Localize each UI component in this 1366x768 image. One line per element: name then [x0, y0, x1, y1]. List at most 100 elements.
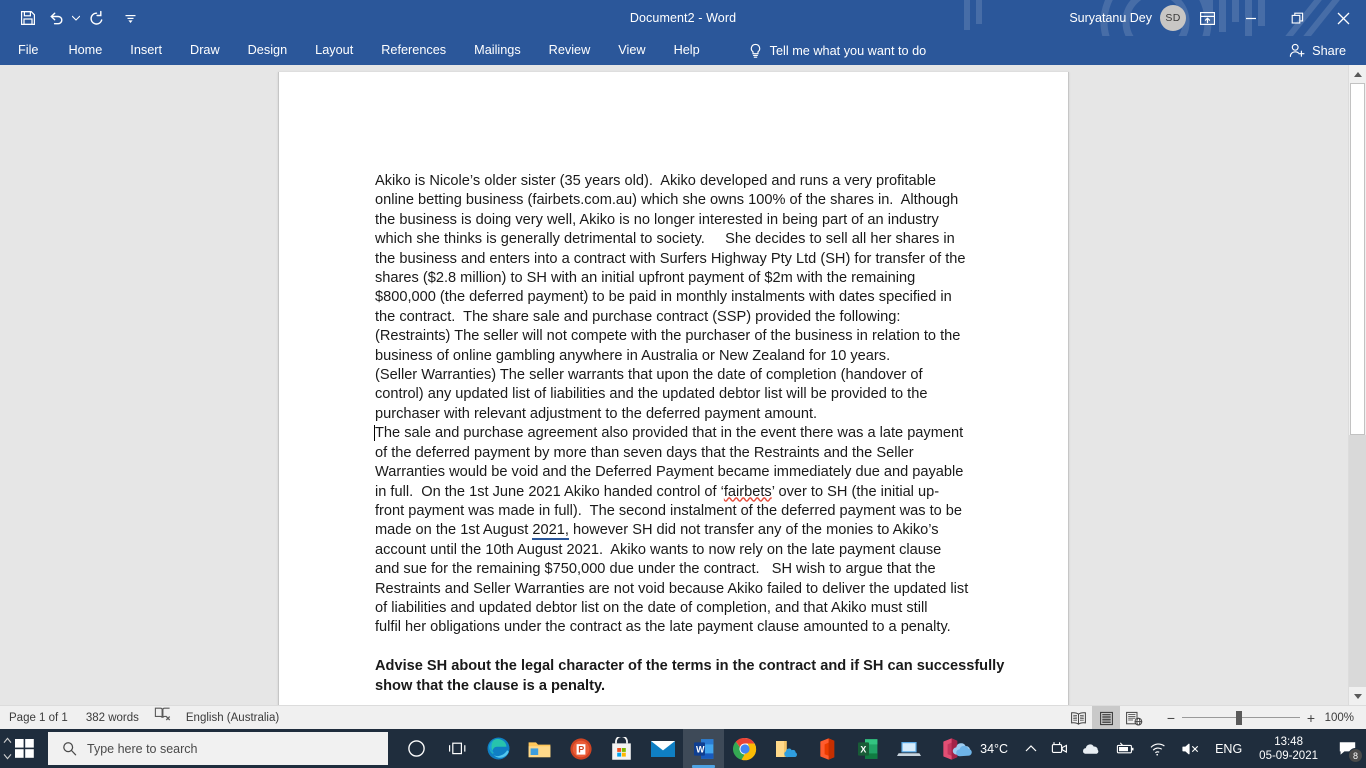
tab-mailings[interactable]: Mailings — [460, 36, 535, 65]
avatar[interactable]: SD — [1160, 5, 1186, 31]
ribbon-tabs: File Home Insert Draw Design Layout Refe… — [0, 36, 1366, 65]
doc-text: made on the 1st August — [375, 522, 533, 539]
doc-line: the business and enters into a contract … — [375, 250, 966, 267]
notifications-button[interactable]: 8 — [1328, 729, 1366, 768]
chevron-up-icon — [1353, 71, 1362, 77]
minimize-button[interactable] — [1228, 0, 1274, 36]
doc-line: which she thinks is generally detrimenta… — [375, 231, 955, 248]
tab-review[interactable]: Review — [535, 36, 605, 65]
tab-view[interactable]: View — [604, 36, 659, 65]
search-input[interactable]: Type here to search — [48, 732, 388, 765]
scroll-down-button[interactable] — [1349, 687, 1366, 705]
tab-file[interactable]: File — [0, 36, 54, 65]
doc-line-with-caret: The sale and purchase agreement also pro… — [373, 424, 975, 443]
tab-draw[interactable]: Draw — [176, 36, 234, 65]
title-bar-right-controls: Suryatanu Dey SD — [1069, 0, 1366, 36]
taskbar-item-office[interactable] — [806, 729, 847, 768]
taskbar-item-remote-desktop[interactable] — [888, 729, 929, 768]
svg-text:X: X — [860, 744, 866, 754]
meet-now-icon[interactable] — [1044, 729, 1075, 768]
tab-layout[interactable]: Layout — [301, 36, 367, 65]
taskbar-item-powerpoint[interactable]: P — [560, 729, 601, 768]
wifi-icon[interactable] — [1142, 729, 1174, 768]
doc-text: The sale and purchase agreement also pro… — [375, 425, 964, 442]
taskbar-item-mail[interactable] — [642, 729, 683, 768]
zoom-out-button[interactable]: − — [1160, 706, 1182, 730]
grammar-error-word[interactable]: 2021, — [532, 522, 569, 541]
chevron-down-icon[interactable] — [3, 753, 12, 760]
ribbon-display-options-button[interactable] — [1186, 0, 1228, 36]
zoom-slider-thumb[interactable] — [1236, 711, 1242, 725]
search-icon — [62, 741, 77, 756]
tab-insert[interactable]: Insert — [116, 36, 176, 65]
input-language-indicator[interactable]: ENG — [1208, 729, 1249, 768]
chevron-up-icon[interactable] — [3, 737, 12, 744]
taskbar-overflow-arrows[interactable] — [0, 729, 14, 768]
battery-icon[interactable] — [1108, 729, 1142, 768]
doc-line: front payment was made in full). The sec… — [375, 502, 963, 519]
clock[interactable]: 13:48 05-09-2021 — [1249, 729, 1328, 768]
show-hidden-icons-button[interactable] — [1018, 729, 1044, 768]
question-line: Advise SH about the legal character of t… — [375, 658, 1005, 675]
lightbulb-icon — [748, 43, 763, 59]
tab-references[interactable]: References — [367, 36, 460, 65]
tab-design[interactable]: Design — [234, 36, 302, 65]
doc-line: made on the 1st August 2021, however SH … — [375, 521, 975, 541]
doc-line: $800,000 (the deferred payment) to be pa… — [375, 289, 952, 306]
scrollbar-track-lower[interactable] — [1349, 435, 1366, 687]
proofing-errors-icon[interactable] — [148, 706, 177, 730]
taskbar-item-cortana[interactable] — [396, 729, 437, 768]
view-web-layout-button[interactable] — [1120, 706, 1148, 730]
chevron-down-icon — [1353, 693, 1362, 699]
scrollbar-track[interactable] — [1349, 83, 1366, 687]
scroll-up-button[interactable] — [1349, 65, 1366, 83]
word-count-status[interactable]: 382 words — [77, 706, 148, 730]
notification-count-badge: 8 — [1348, 748, 1363, 763]
restore-button[interactable] — [1274, 0, 1320, 36]
document-page[interactable]: Akiko is Nicole’s older sister (35 years… — [278, 72, 1069, 705]
spelling-error-word[interactable]: fairbets — [724, 484, 772, 500]
weather-widget[interactable]: 34°C — [943, 729, 1018, 768]
volume-muted-icon[interactable] — [1174, 729, 1208, 768]
page-number-status[interactable]: Page 1 of 1 — [0, 706, 77, 730]
status-bar-right: − + 100% — [1064, 706, 1366, 730]
zoom-level-label[interactable]: 100% — [1322, 712, 1366, 724]
taskbar-item-onedrive-folder[interactable] — [765, 729, 806, 768]
share-label: Share — [1312, 43, 1346, 58]
doc-line: fulfil her obligations under the contrac… — [375, 619, 951, 636]
doc-line: the business is doing very well, Akiko i… — [375, 211, 939, 228]
taskbar-item-google-chrome[interactable] — [724, 729, 765, 768]
document-body-text[interactable]: Akiko is Nicole’s older sister (35 years… — [373, 172, 1005, 696]
view-print-layout-button[interactable] — [1092, 706, 1120, 730]
close-button[interactable] — [1320, 0, 1366, 36]
doc-line: the contract. The share sale and purchas… — [375, 308, 901, 325]
doc-line: of liabilities and updated debtor list o… — [375, 599, 928, 616]
tab-home[interactable]: Home — [54, 36, 116, 65]
language-status[interactable]: English (Australia) — [177, 706, 288, 730]
word-application-window: Document2 - Word Suryatanu Dey SD File H… — [0, 0, 1366, 768]
taskbar-item-microsoft-store[interactable] — [601, 729, 642, 768]
tab-help[interactable]: Help — [660, 36, 714, 65]
taskbar-item-task-view[interactable] — [437, 729, 478, 768]
svg-text:P: P — [578, 744, 584, 754]
doc-text: in full. On the 1st June 2021 Akiko hand… — [375, 483, 724, 500]
taskbar-item-microsoft-edge[interactable] — [478, 729, 519, 768]
doc-text: ’ over to SH (the initial up- — [771, 483, 940, 500]
scrollbar-thumb[interactable] — [1350, 83, 1365, 435]
vertical-scrollbar[interactable] — [1348, 65, 1366, 705]
taskbar-item-excel[interactable]: X — [847, 729, 888, 768]
zoom-slider[interactable] — [1182, 706, 1300, 730]
zoom-in-button[interactable]: + — [1300, 706, 1322, 730]
account-name[interactable]: Suryatanu Dey — [1069, 11, 1152, 25]
taskbar-item-word[interactable]: W — [683, 729, 724, 768]
onedrive-icon[interactable] — [1075, 729, 1108, 768]
taskbar-item-file-explorer[interactable] — [519, 729, 560, 768]
zoom-control: − + — [1160, 706, 1322, 730]
clock-date: 05-09-2021 — [1259, 749, 1318, 762]
share-button[interactable]: Share — [1283, 36, 1352, 65]
windows-taskbar: Type here to search P W X 34°C ENG 13:48… — [0, 729, 1366, 768]
doc-line: business of online gambling anywhere in … — [375, 347, 891, 364]
tell-me-search[interactable]: Tell me what you want to do — [740, 36, 935, 65]
view-read-mode-button[interactable] — [1064, 706, 1092, 730]
